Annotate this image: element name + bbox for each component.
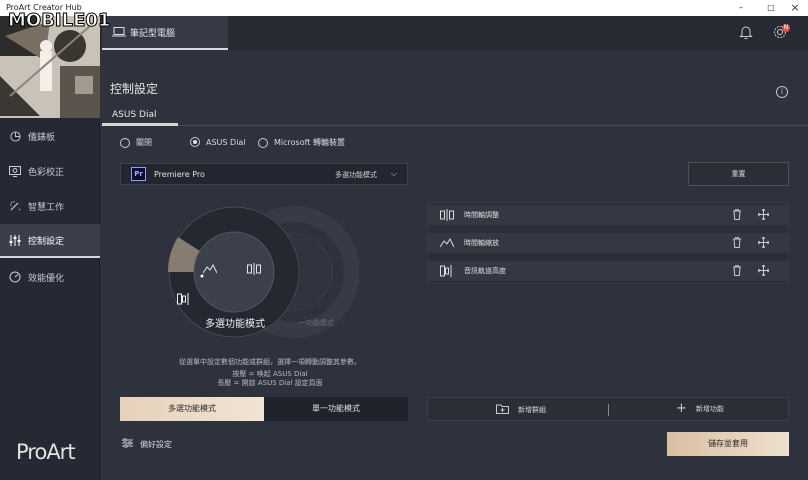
bell-icon[interactable]: [739, 24, 753, 43]
monitor-color-icon: [9, 165, 21, 177]
trash-icon[interactable]: [732, 265, 742, 279]
speedometer-icon: [9, 271, 21, 283]
radio-dot: [120, 137, 130, 148]
save-apply-button[interactable]: 儲存並套用: [667, 432, 789, 456]
sidebar-item-label: 效能優化: [28, 273, 65, 284]
timeline-adjust-icon: [440, 209, 454, 221]
add-bar: 新增群組 + 新增功能: [427, 397, 789, 421]
move-icon[interactable]: [757, 264, 770, 279]
tab-active-indicator: [102, 123, 178, 126]
info-icon[interactable]: i: [776, 86, 788, 98]
divider: [608, 404, 609, 416]
reset-button[interactable]: 重置: [688, 162, 789, 186]
sidebar-item-label: 儀錶板: [28, 132, 56, 143]
tab-label: 筆記型電腦: [130, 28, 176, 39]
audio-track-icon: [177, 293, 191, 308]
app-mode: 多選功能模式: [335, 171, 377, 179]
timeline-zoom-icon: [440, 237, 454, 249]
function-list: 時間軸調整 時間軸縮放 音訊軌道高度: [427, 202, 789, 284]
premiere-pro-icon: Pr: [131, 167, 146, 181]
notification-badge: N: [782, 24, 790, 32]
pie-chart-icon: [9, 130, 21, 142]
move-icon[interactable]: [757, 236, 770, 251]
dial-ghost-label: 一功能模式: [299, 319, 334, 327]
proart-artwork: [0, 16, 100, 118]
minimize-button[interactable]: –: [728, 0, 754, 16]
sidebar-item-color-calibration[interactable]: 色彩校正: [0, 154, 100, 188]
radio-label: Microsoft 轉輪裝置: [274, 138, 345, 147]
app-select-dropdown[interactable]: Pr Premiere Pro 多選功能模式 ⌵: [120, 163, 408, 185]
add-group-label: 新增群組: [518, 406, 546, 414]
preferences-label: 偏好設定: [140, 439, 172, 449]
add-function-button[interactable]: + 新增功能: [676, 401, 724, 416]
sidebar-item-control-settings[interactable]: 控制設定: [0, 224, 100, 258]
radio-off[interactable]: 關閉: [120, 137, 152, 148]
proart-logo: ProArt: [16, 440, 76, 464]
timeline-adjust-icon: [247, 263, 261, 278]
tab-laptop[interactable]: 筆記型電腦: [102, 16, 228, 50]
laptop-icon: [112, 27, 126, 40]
app-name: Premiere Pro: [154, 169, 205, 179]
hint-line: 按壓 = 喚起 ASUS Dial: [232, 370, 308, 378]
main-panel: 控制設定 i ASUS Dial 關閉 ASUS Dial Microsoft …: [100, 50, 808, 480]
preferences-button[interactable]: 偏好設定: [122, 438, 172, 450]
add-group-button[interactable]: 新增群組: [496, 404, 546, 416]
sliders-icon: [9, 234, 21, 246]
sliders-icon: [122, 438, 133, 450]
radio-label: ASUS Dial: [206, 137, 246, 147]
tab-multi-function-mode[interactable]: 多選功能模式: [120, 397, 264, 421]
dial-hint: 從選單中設定數個功能或群組，選擇一項轉動調整其參數。 按壓 = 喚起 ASUS …: [170, 358, 370, 388]
sidebar-item-label: 色彩校正: [28, 167, 65, 178]
sidebar: 儀錶板 色彩校正 智慧工作 控制設定 效能優化 ProArt: [0, 16, 100, 480]
dial-center-label: 多選功能模式: [205, 319, 265, 330]
radio-dot: [190, 137, 200, 147]
tab-single-function-mode[interactable]: 單一功能模式: [264, 397, 408, 421]
folder-plus-icon: [496, 404, 509, 416]
radio-asus-dial[interactable]: ASUS Dial: [190, 137, 246, 147]
tab-divider: [100, 125, 808, 126]
title-bar: ProArt Creator Hub – □ ×: [0, 0, 808, 16]
function-label: 時間軸調整: [464, 211, 499, 219]
watermark: MOBILE01: [7, 10, 111, 32]
move-icon[interactable]: [757, 208, 770, 223]
chevron-down-icon: ⌵: [390, 169, 397, 178]
function-row[interactable]: 音訊軌道高度: [428, 261, 788, 281]
magic-wand-icon: [9, 200, 21, 212]
sidebar-item-smart-work[interactable]: 智慧工作: [0, 189, 100, 223]
sidebar-item-label: 控制設定: [28, 236, 65, 247]
sidebar-item-dashboard[interactable]: 儀錶板: [0, 119, 100, 153]
function-row[interactable]: 時間軸縮放: [428, 233, 788, 253]
radio-label: 關閉: [136, 138, 152, 147]
trash-icon[interactable]: [732, 237, 742, 251]
audio-track-icon: [440, 265, 454, 277]
function-label: 音訊軌道高度: [464, 267, 506, 275]
sidebar-item-performance[interactable]: 效能優化: [0, 260, 100, 294]
dial-preview: 多選功能模式 一功能模式: [159, 200, 359, 360]
hint-line: 從選單中設定數個功能或群組，選擇一項轉動調整其參數。: [179, 358, 361, 366]
radio-microsoft-wheel[interactable]: Microsoft 轉輪裝置: [258, 137, 345, 148]
add-function-label: 新增功能: [695, 405, 724, 413]
maximize-button[interactable]: □: [758, 0, 784, 16]
sidebar-item-label: 智慧工作: [28, 202, 65, 213]
radio-dot: [258, 137, 268, 148]
header: 筆記型電腦: [100, 16, 808, 50]
plus-icon: +: [676, 401, 687, 416]
trash-icon[interactable]: [732, 209, 742, 223]
page-title: 控制設定: [110, 82, 159, 96]
function-row[interactable]: 時間軸調整: [428, 205, 788, 225]
hint-line: 長壓 = 開啟 ASUS Dial 設定頁面: [217, 379, 323, 387]
timeline-zoom-icon: [202, 263, 218, 277]
close-button[interactable]: ×: [782, 0, 808, 16]
function-label: 時間軸縮放: [464, 239, 499, 247]
